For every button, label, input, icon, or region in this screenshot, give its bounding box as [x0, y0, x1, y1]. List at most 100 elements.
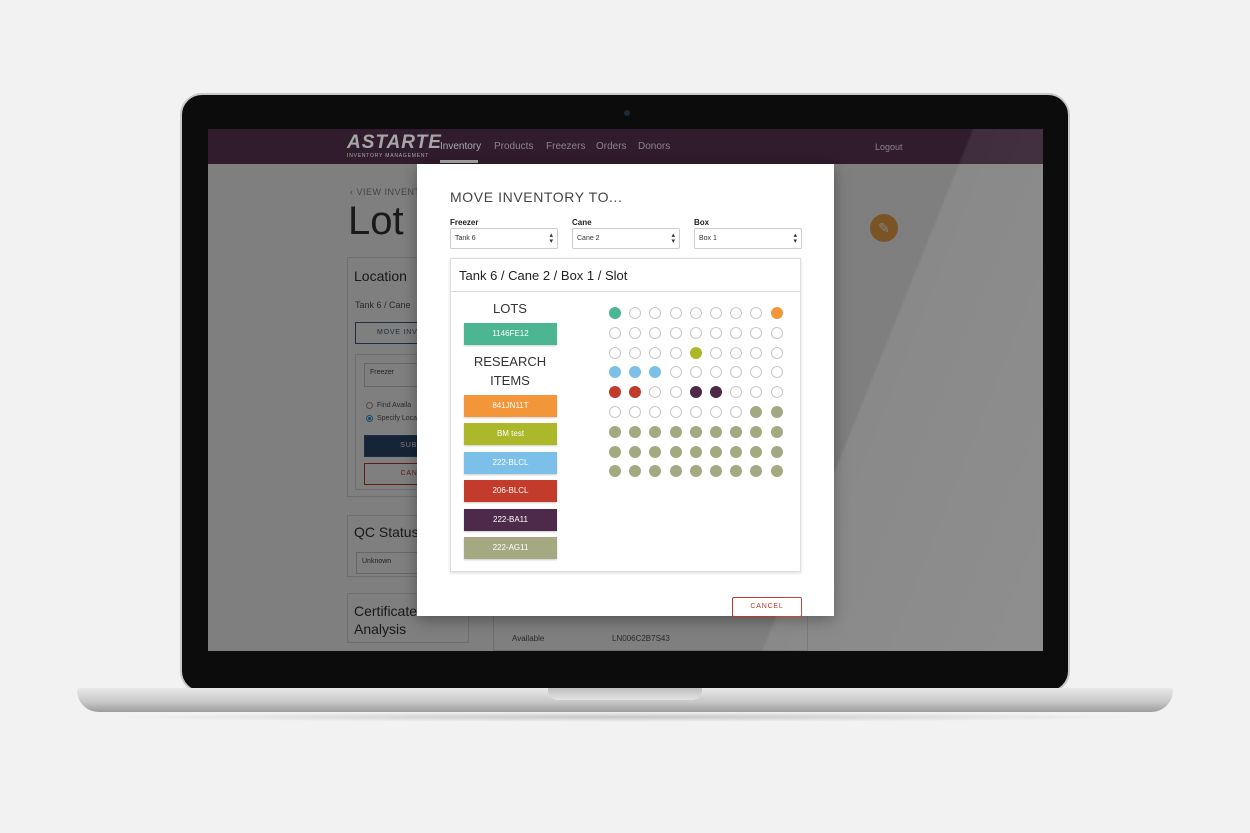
slot-cell[interactable] — [689, 465, 702, 478]
slot-cell[interactable] — [710, 445, 722, 458]
slot-cell[interactable] — [629, 366, 642, 379]
slot-cell[interactable] — [669, 366, 682, 379]
top-navbar: ASTARTE INVENTORY MANAGEMENT Inventory P… — [208, 129, 1043, 164]
slot-panel: Tank 6 / Cane 2 / Box 1 / Slot LOTS 1146… — [450, 258, 801, 572]
slot-cell[interactable] — [629, 307, 642, 319]
slot-cell[interactable] — [770, 406, 783, 418]
slot-cell[interactable] — [750, 465, 763, 478]
slot-cell[interactable] — [710, 346, 722, 359]
slot-cell[interactable] — [750, 406, 763, 418]
slot-cell[interactable] — [730, 465, 743, 478]
box-select[interactable]: Box 1 ▴ ▾ — [694, 228, 802, 249]
research-tag[interactable]: 206-BLCL — [464, 480, 557, 502]
slot-cell[interactable] — [730, 425, 743, 438]
slot-cell[interactable] — [669, 386, 682, 399]
slot-cell[interactable] — [750, 425, 763, 438]
slot-cell[interactable] — [609, 386, 621, 399]
lot-tag[interactable]: 1146FE12 — [464, 323, 557, 345]
slot-cell[interactable] — [689, 406, 702, 418]
slot-cell[interactable] — [629, 346, 642, 359]
slot-cell[interactable] — [750, 346, 763, 359]
slot-cell[interactable] — [649, 406, 662, 418]
slot-cell[interactable] — [710, 465, 722, 478]
slot-cell[interactable] — [730, 326, 743, 339]
slot-cell[interactable] — [770, 425, 783, 438]
cancel-button[interactable]: CANCEL — [732, 597, 802, 617]
modal-title: MOVE INVENTORY TO... — [450, 189, 623, 205]
slot-cell[interactable] — [730, 366, 743, 379]
slot-cell[interactable] — [710, 425, 722, 438]
slot-cell[interactable] — [750, 366, 763, 379]
research-tag[interactable]: 222-AG11 — [464, 537, 557, 559]
slot-cell[interactable] — [629, 465, 642, 478]
slot-cell[interactable] — [669, 346, 682, 359]
select-arrows-icon: ▴ ▾ — [793, 232, 797, 245]
slot-cell[interactable] — [649, 346, 662, 359]
slot-cell[interactable] — [669, 445, 682, 458]
research-tag[interactable]: 841JN11T — [464, 395, 557, 417]
slot-cell[interactable] — [629, 386, 642, 399]
slot-cell[interactable] — [689, 425, 702, 438]
slot-cell[interactable] — [669, 465, 682, 478]
slot-cell[interactable] — [730, 346, 743, 359]
slot-cell[interactable] — [770, 465, 783, 478]
slot-cell[interactable] — [669, 406, 682, 418]
slot-cell[interactable] — [649, 425, 662, 438]
slot-cell[interactable] — [710, 406, 722, 418]
slot-cell[interactable] — [750, 307, 763, 319]
slot-cell[interactable] — [609, 465, 621, 478]
slot-cell[interactable] — [669, 307, 682, 319]
slot-cell[interactable] — [730, 307, 743, 319]
cane-label: Cane — [572, 218, 592, 227]
slot-cell[interactable] — [770, 326, 783, 339]
slot-cell[interactable] — [669, 326, 682, 339]
slot-cell[interactable] — [730, 386, 743, 399]
slot-cell[interactable] — [649, 465, 662, 478]
slot-cell[interactable] — [730, 406, 743, 418]
slot-cell[interactable] — [750, 445, 763, 458]
research-tag[interactable]: 222-BA11 — [464, 509, 557, 531]
freezer-select-value: Tank 6 — [455, 235, 476, 242]
slot-cell[interactable] — [710, 386, 722, 399]
slot-cell[interactable] — [689, 366, 702, 379]
slot-cell[interactable] — [649, 307, 662, 319]
slot-cell[interactable] — [669, 425, 682, 438]
freezer-select[interactable]: Tank 6 ▴ ▾ — [450, 228, 558, 249]
move-inventory-modal: MOVE INVENTORY TO... Freezer Tank 6 ▴ ▾ C… — [417, 164, 834, 617]
slot-cell[interactable] — [689, 326, 702, 339]
slot-grid — [609, 307, 789, 487]
slot-cell[interactable] — [689, 445, 702, 458]
slot-cell[interactable] — [609, 425, 621, 438]
slot-cell[interactable] — [629, 445, 642, 458]
slot-cell[interactable] — [649, 366, 662, 379]
slot-cell[interactable] — [629, 326, 642, 339]
slot-cell[interactable] — [750, 326, 763, 339]
slot-cell[interactable] — [770, 366, 783, 379]
slot-cell[interactable] — [609, 445, 621, 458]
slot-cell[interactable] — [649, 386, 662, 399]
slot-cell[interactable] — [770, 307, 783, 319]
cane-select[interactable]: Cane 2 ▴ ▾ — [572, 228, 680, 249]
slot-cell[interactable] — [609, 366, 621, 379]
slot-cell[interactable] — [689, 346, 702, 359]
slot-cell[interactable] — [609, 346, 621, 359]
slot-cell[interactable] — [710, 307, 722, 319]
research-tag[interactable]: BM test — [464, 423, 557, 445]
slot-cell[interactable] — [629, 406, 642, 418]
slot-cell[interactable] — [609, 326, 621, 339]
slot-cell[interactable] — [689, 307, 702, 319]
slot-cell[interactable] — [770, 386, 783, 399]
slot-cell[interactable] — [710, 366, 722, 379]
slot-cell[interactable] — [629, 425, 642, 438]
slot-cell[interactable] — [649, 445, 662, 458]
slot-cell[interactable] — [710, 326, 722, 339]
slot-cell[interactable] — [770, 346, 783, 359]
slot-cell[interactable] — [609, 406, 621, 418]
slot-cell[interactable] — [609, 307, 621, 319]
research-tag[interactable]: 222-BLCL — [464, 452, 557, 474]
slot-cell[interactable] — [750, 386, 763, 399]
slot-cell[interactable] — [730, 445, 743, 458]
slot-cell[interactable] — [770, 445, 783, 458]
slot-cell[interactable] — [649, 326, 662, 339]
slot-cell[interactable] — [689, 386, 702, 399]
